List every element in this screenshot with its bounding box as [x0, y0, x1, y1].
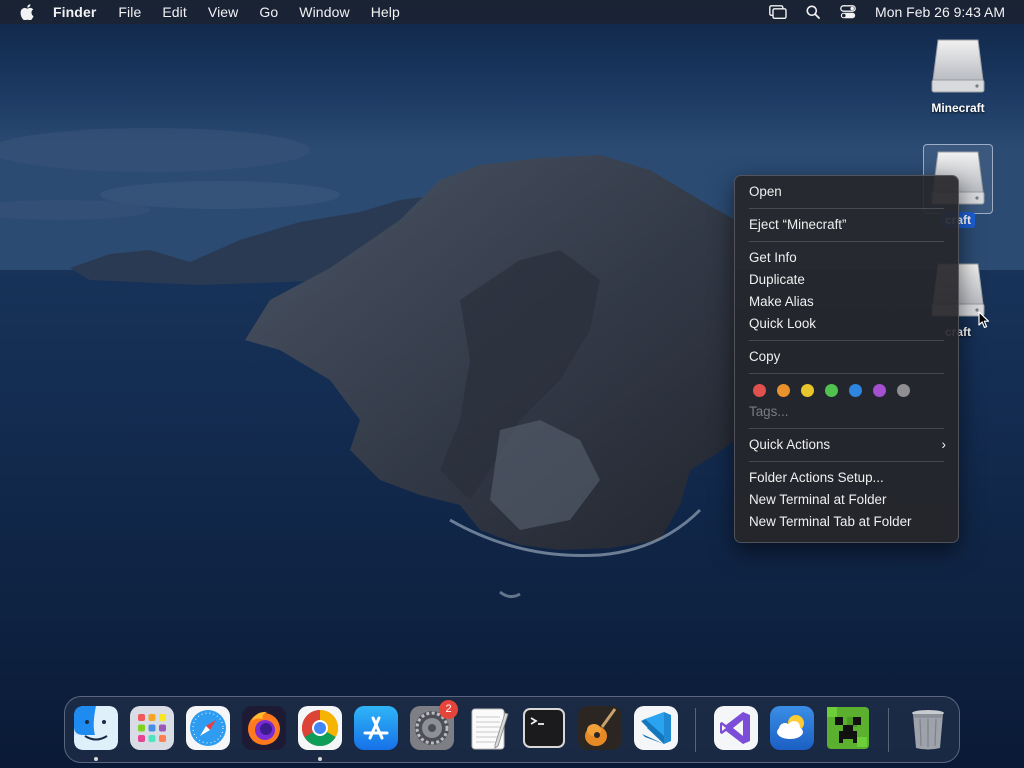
dock-vscode[interactable]: [633, 705, 679, 751]
menubar-clock[interactable]: Mon Feb 26 9:43 AM: [875, 4, 1005, 20]
chrome-icon: [298, 706, 342, 750]
dock-weather[interactable]: [769, 705, 815, 751]
visual-studio-icon: [714, 706, 758, 750]
menu-go[interactable]: Go: [259, 4, 278, 20]
firefox-icon: [242, 706, 286, 750]
safari-icon: [186, 706, 230, 750]
menu-item-quick-actions[interactable]: Quick Actions ›: [735, 434, 958, 456]
dock-separator: [695, 708, 696, 752]
menu-separator: [749, 461, 944, 462]
search-icon[interactable]: [803, 3, 823, 21]
desktop-icon-label: Minecraft: [931, 101, 985, 115]
screen-mirroring-icon[interactable]: [768, 3, 788, 21]
tag-color-row: [735, 379, 958, 401]
menu-view[interactable]: View: [208, 4, 239, 20]
weather-icon: [770, 706, 814, 750]
dock-separator: [888, 708, 889, 752]
apple-logo-icon[interactable]: [17, 2, 37, 22]
dock-visual-studio[interactable]: [713, 705, 759, 751]
menu-edit[interactable]: Edit: [162, 4, 187, 20]
dock-app-store[interactable]: [353, 705, 399, 751]
control-center-icon[interactable]: [838, 3, 858, 21]
menu-item-open[interactable]: Open: [735, 181, 958, 203]
menu-separator: [749, 428, 944, 429]
menu-item-new-terminal-at-folder[interactable]: New Terminal at Folder: [735, 489, 958, 511]
menu-item-get-info[interactable]: Get Info: [735, 247, 958, 269]
menu-item-tags[interactable]: Tags...: [735, 401, 958, 423]
dock: 2: [64, 696, 960, 763]
dock-minecraft[interactable]: [825, 705, 871, 751]
dock-launchpad[interactable]: [129, 705, 175, 751]
context-menu: Open Eject “Minecraft” Get Info Duplicat…: [734, 175, 959, 543]
textedit-icon: [471, 708, 509, 750]
terminal-icon: [523, 708, 565, 748]
menu-window[interactable]: Window: [299, 4, 349, 20]
tag-gray-swatch[interactable]: [897, 383, 910, 397]
dock-garageband[interactable]: [577, 705, 623, 751]
running-indicator: [94, 757, 98, 761]
dock-textedit[interactable]: [465, 705, 511, 751]
menu-separator: [749, 373, 944, 374]
tag-green-swatch[interactable]: [825, 383, 838, 397]
menu-item-quick-look[interactable]: Quick Look: [735, 313, 958, 335]
running-indicator: [318, 757, 322, 761]
menu-separator: [749, 208, 944, 209]
finder-icon: [74, 706, 118, 750]
mouse-pointer-icon: [978, 311, 990, 329]
menu-item-new-terminal-tab-at-folder[interactable]: New Terminal Tab at Folder: [735, 511, 958, 533]
menu-item-make-alias[interactable]: Make Alias: [735, 291, 958, 313]
dock-firefox[interactable]: [241, 705, 287, 751]
tag-purple-swatch[interactable]: [873, 383, 886, 397]
vscode-icon: [634, 706, 678, 750]
tag-blue-swatch[interactable]: [849, 383, 862, 397]
notification-badge: 2: [439, 700, 458, 719]
chevron-right-icon: ›: [941, 437, 946, 452]
tag-red-swatch[interactable]: [753, 383, 766, 397]
menu-item-folder-actions-setup[interactable]: Folder Actions Setup...: [735, 467, 958, 489]
garageband-icon: [578, 706, 622, 750]
dock-trash[interactable]: [905, 705, 951, 751]
menu-item-quick-actions-label: Quick Actions: [749, 437, 831, 452]
launchpad-icon: [130, 706, 174, 750]
menu-separator: [749, 340, 944, 341]
app-store-icon: [354, 706, 398, 750]
dock-safari[interactable]: [185, 705, 231, 751]
trash-icon: [912, 710, 944, 750]
tag-yellow-swatch[interactable]: [801, 383, 814, 397]
dock-system-preferences[interactable]: 2: [409, 700, 458, 751]
desktop-icon-minecraft-drive[interactable]: Minecraft: [913, 36, 1003, 117]
external-drive-icon: [931, 39, 985, 93]
menu-item-copy[interactable]: Copy: [735, 346, 958, 368]
dock-chrome[interactable]: [297, 705, 343, 751]
minecraft-icon: [827, 707, 869, 749]
menu-item-eject[interactable]: Eject “Minecraft”: [735, 214, 958, 236]
dock-terminal[interactable]: [521, 705, 567, 751]
menu-bar: Finder File Edit View Go Window Help Mon…: [0, 0, 1024, 24]
tag-orange-swatch[interactable]: [777, 383, 790, 397]
menu-finder[interactable]: Finder: [53, 4, 96, 20]
menu-separator: [749, 241, 944, 242]
menu-file[interactable]: File: [118, 4, 141, 20]
dock-finder[interactable]: [73, 705, 119, 751]
menu-help[interactable]: Help: [371, 4, 400, 20]
menu-item-duplicate[interactable]: Duplicate: [735, 269, 958, 291]
